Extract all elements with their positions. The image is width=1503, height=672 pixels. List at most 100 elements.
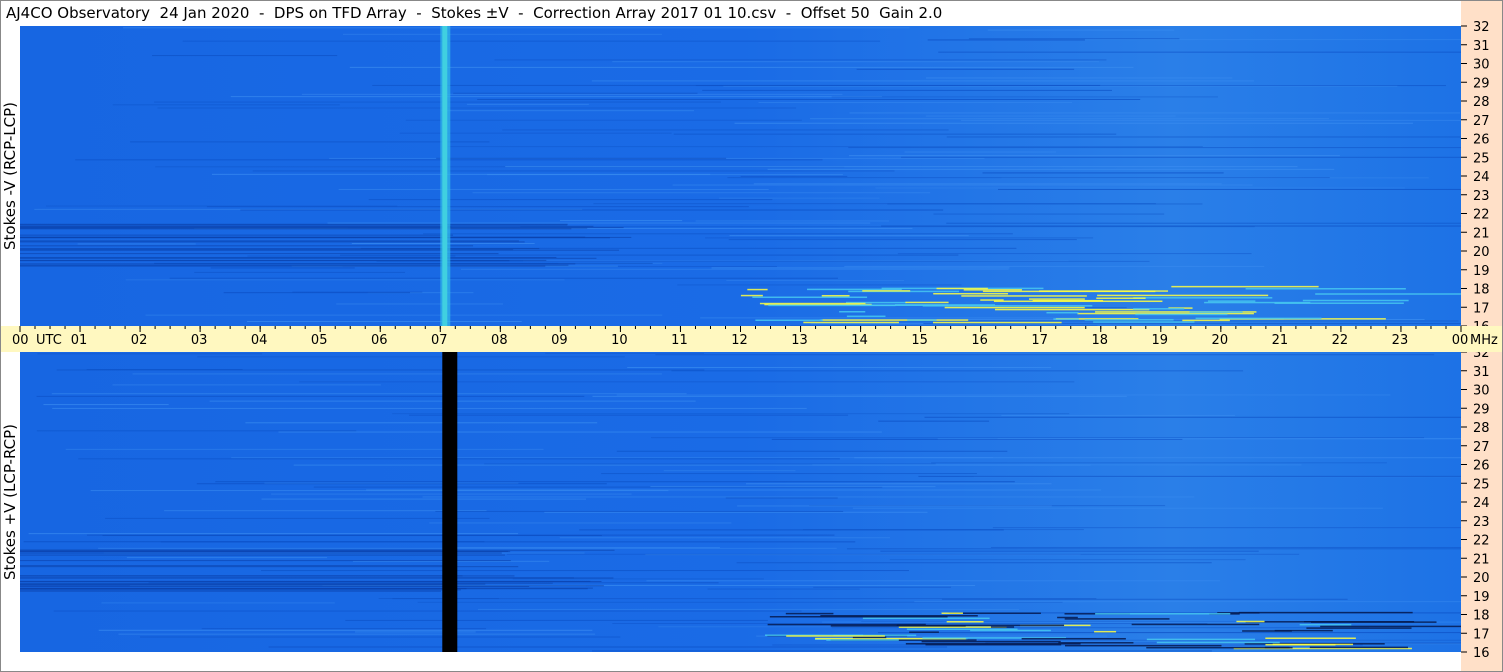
rfi-streak: [65, 448, 544, 450]
rfi-streak: [422, 496, 1195, 498]
burst-mark: [785, 612, 834, 615]
rfi-streak: [261, 570, 909, 572]
burst-mark: [980, 299, 1004, 301]
rfi-streak: [20, 225, 594, 227]
rfi-streak: [154, 101, 721, 103]
burst-mark: [1021, 637, 1126, 640]
burst-mark: [1093, 321, 1195, 323]
burst-mark: [1057, 616, 1078, 619]
time-tick-label: 06: [371, 333, 388, 348]
freq-tick-label: 32: [1473, 20, 1490, 35]
rfi-streak: [559, 537, 891, 539]
rfi-streak: [20, 589, 461, 591]
rfi-streak: [901, 156, 1461, 158]
rfi-streak: [560, 220, 683, 222]
time-tick-label: 00: [1452, 333, 1469, 348]
rfi-streak: [925, 115, 1176, 117]
burst-mark: [1182, 319, 1230, 322]
burst-mark: [933, 292, 1009, 295]
rfi-streak: [20, 259, 547, 261]
time-axis: 00 01 02 03 04 05 06 07 08 09 10 11 12 13 14 15 16 17 18 19…: [0, 326, 1503, 352]
spectrogram-stokes-plus-v[interactable]: [20, 352, 1461, 652]
time-unit-label: UTC: [36, 333, 62, 348]
rfi-streak: [856, 68, 1075, 70]
rfi-streak: [169, 277, 838, 279]
rfi-streak: [20, 590, 441, 592]
rfi-streak: [157, 107, 797, 109]
rfi-streak: [268, 646, 948, 648]
rfi-streak: [931, 462, 1387, 464]
rfi-streak: [651, 437, 1425, 439]
burst-mark: [755, 319, 823, 322]
freq-tick-label: 16: [1473, 646, 1490, 661]
rfi-streak: [848, 147, 1461, 149]
rfi-streak: [918, 475, 1461, 477]
rfi-streak: [477, 98, 1141, 100]
rfi-streak: [336, 303, 503, 305]
rfi-streak: [705, 237, 1094, 239]
rfi-streak: [460, 268, 1009, 270]
time-tick-label: 22: [1332, 333, 1349, 348]
time-tick-label: 10: [611, 333, 628, 348]
rfi-streak: [20, 551, 511, 553]
rfi-streak: [152, 55, 338, 57]
burst-mark: [852, 636, 887, 639]
burst-mark: [1265, 644, 1336, 646]
rfi-streak: [846, 548, 1461, 550]
burst-mark: [821, 294, 850, 297]
burst-mark: [898, 626, 1007, 628]
rfi-streak: [327, 222, 871, 224]
burst-mark: [1046, 311, 1079, 314]
burst-mark: [1189, 311, 1243, 313]
rfi-streak: [20, 256, 557, 258]
time-tick-label: 02: [131, 333, 148, 348]
time-tick-label: 05: [311, 333, 328, 348]
rfi-streak: [889, 559, 1246, 561]
burst-mark: [925, 643, 1062, 646]
freq-tick-label: 18: [1473, 609, 1490, 624]
rfi-streak: [36, 430, 357, 432]
rfi-streak: [831, 96, 1218, 98]
spectrogram-background: [20, 352, 1461, 652]
burst-mark: [1096, 297, 1146, 299]
burst-mark: [862, 290, 911, 292]
time-tick-label: 19: [1152, 333, 1169, 348]
rfi-streak: [601, 473, 977, 475]
rfi-streak: [736, 562, 1212, 564]
freq-tick-label: 19: [1473, 264, 1490, 279]
rfi-streak: [487, 174, 843, 176]
freq-tick-label: 23: [1473, 189, 1490, 204]
rfi-streak: [206, 206, 749, 208]
rfi-streak: [123, 27, 910, 29]
freq-tick-label: 22: [1473, 208, 1490, 223]
rfi-streak: [90, 490, 669, 492]
rfi-streak: [20, 584, 452, 586]
rfi-streak: [854, 457, 1461, 459]
time-tick-label: 17: [1031, 333, 1048, 348]
burst-mark: [1306, 627, 1412, 629]
freq-tick-label: 30: [1473, 58, 1490, 73]
rfi-streak: [802, 529, 1084, 531]
rfi-streak: [261, 498, 587, 500]
rfi-streak: [118, 633, 596, 635]
rfi-streak: [20, 560, 511, 562]
freq-tick-label: 20: [1473, 245, 1490, 260]
spectrogram-stokes-minus-v[interactable]: [20, 26, 1461, 326]
rfi-streak: [293, 464, 1091, 466]
rfi-streak: [753, 183, 1222, 185]
burst-mark: [909, 631, 939, 633]
burst-mark: [768, 304, 896, 307]
time-tick-label: 12: [731, 333, 748, 348]
freq-tick-label: 24: [1473, 170, 1490, 185]
time-tick-label: 15: [911, 333, 928, 348]
rfi-streak: [429, 522, 732, 524]
freq-tick-label: 28: [1473, 421, 1490, 436]
freq-tick-label: 17: [1473, 301, 1490, 316]
rfi-streak: [301, 93, 843, 95]
rfi-streak: [849, 112, 1461, 114]
rfi-streak: [349, 66, 1134, 68]
rfi-streak: [453, 92, 698, 94]
time-tick-label: 14: [851, 333, 868, 348]
rfi-streak: [126, 557, 328, 559]
rfi-streak: [810, 118, 1329, 120]
